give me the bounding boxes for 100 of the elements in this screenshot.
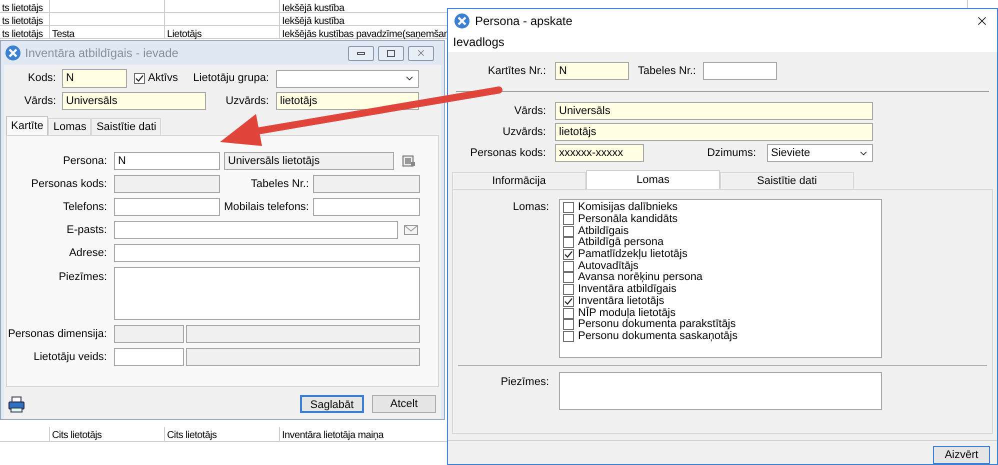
field-label: Personas kods:: [469, 146, 546, 161]
field-label: Dzimums:: [706, 146, 756, 161]
table-cell: ts lietotājs: [2, 29, 43, 40]
checkbox-label: Pamatlīdzekļu lietotājs: [578, 249, 688, 260]
field-label: Mobilais telefons:: [224, 200, 309, 215]
checkbox-label: Personu dokumenta saskaņotājs: [578, 330, 738, 342]
input-field[interactable]: [114, 198, 220, 216]
checkbox[interactable]: [563, 226, 574, 237]
checkbox[interactable]: [563, 330, 574, 342]
checkbox[interactable]: [563, 214, 574, 226]
input-field[interactable]: [313, 198, 420, 216]
checkbox[interactable]: [563, 202, 574, 214]
checkbox[interactable]: [563, 319, 574, 330]
input-field[interactable]: Universāls: [62, 92, 206, 110]
printer-icon[interactable]: [8, 396, 25, 412]
input-field[interactable]: N: [555, 62, 629, 80]
tab[interactable]: Kartīte: [6, 116, 48, 135]
document-list-icon[interactable]: [402, 155, 416, 167]
tab[interactable]: Informācija: [452, 172, 586, 189]
table-cell: Iekšējā kustība: [282, 16, 344, 27]
tab[interactable]: Saistītie dati: [91, 118, 162, 135]
input-field[interactable]: Universāls: [555, 102, 873, 120]
minimize-button[interactable]: [348, 46, 374, 60]
checkbox[interactable]: [563, 260, 574, 272]
field-label: Kods:: [26, 71, 56, 86]
checkbox[interactable]: [563, 272, 574, 284]
input-field[interactable]: N: [62, 69, 127, 88]
table-cell: Cits lietotājs: [52, 430, 102, 441]
maximize-button[interactable]: [378, 46, 404, 60]
input-field[interactable]: [186, 325, 420, 343]
field-label: E-pasts:: [66, 222, 107, 238]
dropdown-field[interactable]: [276, 70, 419, 88]
app-logo-icon: [454, 12, 470, 29]
dialog-button[interactable]: Saglabāt: [300, 395, 364, 413]
checkbox-label: Personāla kandidāts: [578, 214, 678, 226]
window-title: Inventāra atbildīgais - ievade: [25, 45, 178, 62]
field-label: Aktīvs: [148, 71, 178, 86]
field-label: Piezīmes:: [500, 375, 549, 390]
field-label: Uzvārds:: [224, 94, 269, 109]
input-field[interactable]: [186, 348, 420, 366]
field-label: Persona:: [62, 154, 107, 169]
table-cell: Testa: [52, 29, 74, 40]
input-field[interactable]: [114, 221, 398, 239]
input-field[interactable]: lietotājs: [276, 92, 419, 110]
field-label: Telefons:: [62, 200, 107, 215]
tab[interactable]: Lomas: [586, 170, 720, 189]
input-field[interactable]: [703, 62, 777, 80]
checkbox-label: Avansa norēķinu persona: [578, 272, 703, 284]
checkbox-label: Komisijas dalībnieks: [578, 202, 678, 214]
input-field[interactable]: [114, 244, 420, 262]
field-label: Lietotāju grupa:: [192, 71, 269, 86]
tab[interactable]: Saistītie dati: [720, 172, 854, 189]
field-label: Lomas:: [512, 200, 549, 215]
field-label: Personas dimensija:: [7, 326, 107, 342]
table-cell: Cits lietotājs: [167, 430, 217, 441]
checkbox-label: Personu dokumenta parakstītājs: [578, 319, 736, 330]
input-field[interactable]: N: [114, 152, 220, 170]
field-label: Vārds:: [513, 104, 546, 119]
field-label: Lietotāju veids:: [32, 350, 107, 365]
checkbox[interactable]: [563, 308, 574, 319]
input-field[interactable]: Universāls lietotājs: [224, 152, 394, 170]
dropdown-field[interactable]: Sieviete: [767, 144, 873, 162]
checkbox[interactable]: [563, 249, 574, 260]
input-field[interactable]: lietotājs: [555, 123, 873, 141]
window-title: Persona - apskate: [475, 12, 572, 30]
tab[interactable]: Lomas: [48, 118, 92, 135]
close-icon: [416, 48, 426, 58]
table-cell: Lietotājs: [167, 29, 202, 40]
field-label: Vārds:: [23, 94, 56, 109]
table-cell: ts lietotājs: [2, 3, 43, 14]
field-label: Personas kods:: [30, 176, 107, 192]
close-button[interactable]: Aizvērt: [933, 446, 990, 464]
input-field[interactable]: xxxxxx-xxxxx: [555, 144, 644, 162]
table-cell: Iekšējās kustības pavadzīme(saņemšan: [282, 29, 450, 40]
field-label: Tabeles Nr.:: [636, 64, 696, 79]
field-label: Uzvārds:: [502, 124, 546, 140]
table-cell: ts lietotājs: [2, 16, 43, 27]
app-logo-icon: [5, 45, 21, 61]
checkbox-label: Atbildīgais: [578, 226, 629, 237]
checkbox[interactable]: [563, 296, 574, 307]
field-label: Tabeles Nr.:: [250, 176, 309, 192]
maximize-icon: [387, 50, 395, 56]
checkbox[interactable]: [563, 284, 574, 296]
checkbox[interactable]: [134, 73, 145, 84]
checkbox-label: Inventāra atbildīgais: [578, 284, 676, 296]
checkbox[interactable]: [563, 237, 574, 248]
envelope-icon[interactable]: [404, 225, 418, 235]
checkbox-label: Inventāra lietotājs: [578, 296, 664, 307]
checkbox-label: Atbildīgā persona: [578, 237, 664, 248]
menu-item[interactable]: Ievadlogs: [453, 33, 504, 52]
field-label: Adrese:: [68, 246, 107, 261]
dialog-button[interactable]: Atcelt: [372, 395, 436, 413]
minimize-icon: [357, 52, 365, 54]
input-field[interactable]: [114, 348, 184, 366]
table-cell: Inventāra lietotāja maiņa: [282, 430, 384, 441]
table-cell: Iekšējā kustība: [282, 3, 344, 14]
checkbox-label: Autovadītājs: [578, 260, 639, 272]
field-label: Piezīmes:: [58, 270, 107, 285]
checkbox-label: NĪP moduļa lietotājs: [578, 308, 676, 319]
field-label: Kartītes Nr.:: [486, 64, 546, 79]
